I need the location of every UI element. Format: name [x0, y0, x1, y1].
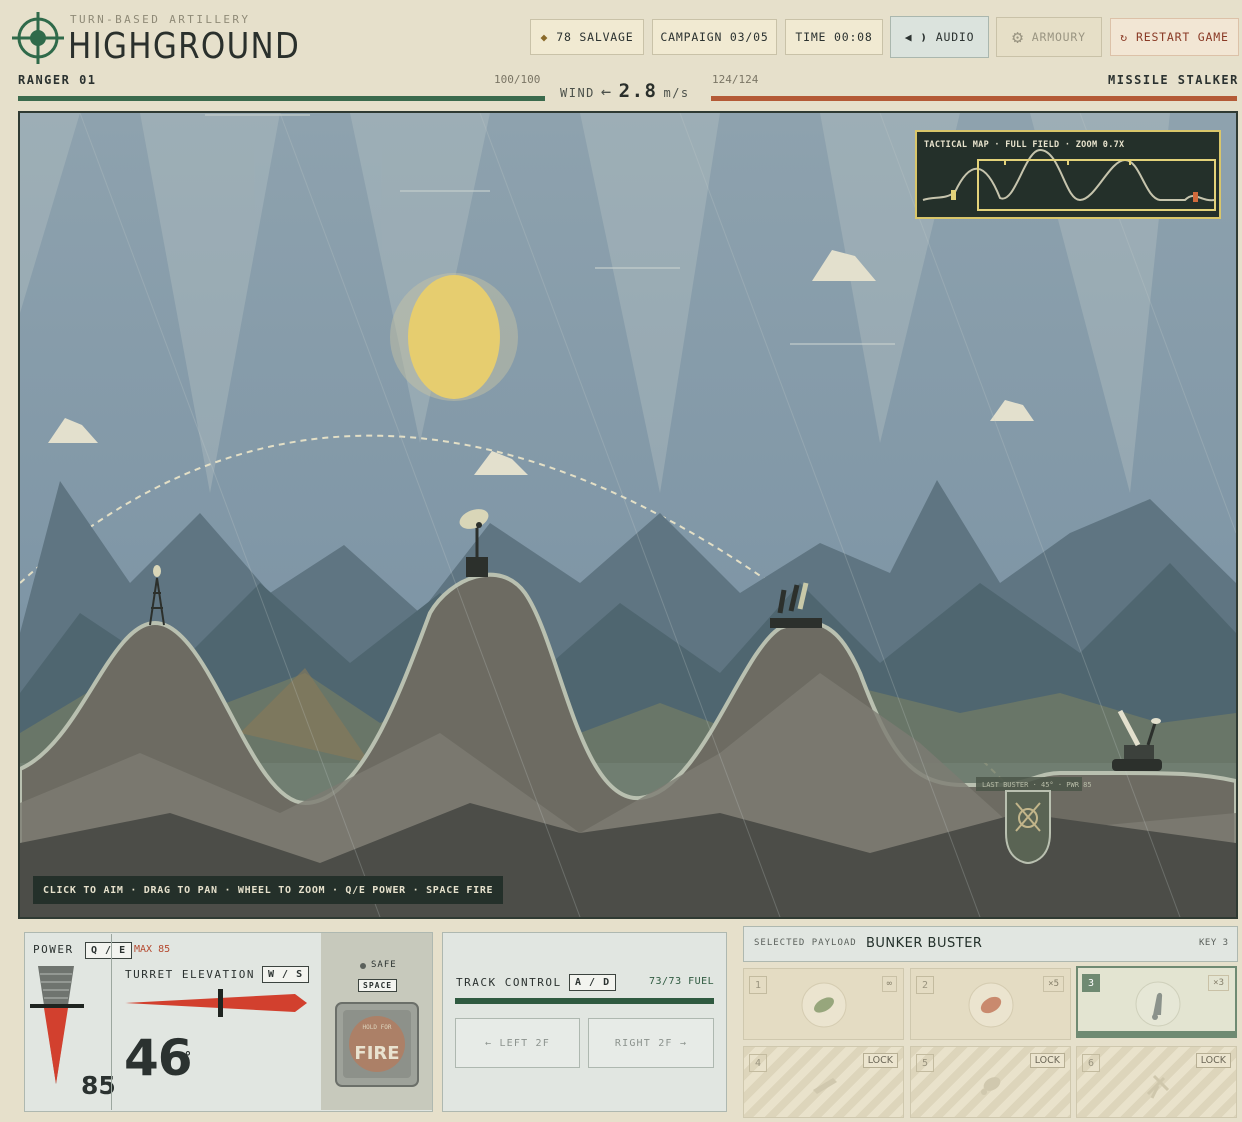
- payload-slot-3[interactable]: 3 ×3: [1076, 966, 1237, 1038]
- lock-badge: LOCK: [1195, 1053, 1231, 1068]
- crosshair-logo-icon: [12, 12, 64, 64]
- slot-count: ×3: [1208, 975, 1229, 991]
- salvage-icon: ◆: [540, 30, 549, 44]
- target-readout: LAST BUSTER · 45° · PWR 85: [982, 781, 1092, 789]
- fuel-readout: 73/73 FUEL: [649, 976, 715, 987]
- fuel-bar: [455, 998, 714, 1004]
- safe-label: SAFE: [371, 960, 397, 970]
- game-title: HIGHGROUND: [68, 26, 301, 67]
- minimap-label: TACTICAL MAP · FULL FIELD · ZOOM 0.7X: [924, 140, 1125, 150]
- power-gauge[interactable]: [30, 964, 84, 1086]
- restart-icon: ↻: [1120, 30, 1129, 44]
- fire-button-sub: HOLD FOR: [363, 1024, 392, 1031]
- enemy-name: MISSILE STALKER: [1108, 73, 1239, 87]
- speaker-icon: ◀︎ ❫: [904, 30, 928, 44]
- selected-indicator: [1078, 1031, 1235, 1036]
- shell-icon: [801, 982, 847, 1028]
- payload-slot-1[interactable]: 1 ∞: [743, 968, 904, 1040]
- selected-payload-name: BUNKER BUSTER: [866, 936, 983, 951]
- power-max: MAX 85: [134, 944, 171, 955]
- slot-number: 3: [1082, 974, 1100, 992]
- slot-number: 4: [749, 1054, 767, 1072]
- move-left-button[interactable]: ← LEFT 2F: [455, 1018, 580, 1068]
- heavy-shell-icon: [968, 982, 1014, 1028]
- battlefield-canvas[interactable]: LAST BUSTER · 45° · PWR 85: [18, 111, 1238, 919]
- lock-badge: LOCK: [862, 1053, 898, 1068]
- player-name: RANGER 01: [18, 73, 97, 87]
- bunker-buster-icon: [1135, 981, 1181, 1027]
- payload-slot-6[interactable]: 6 LOCK: [1076, 1046, 1237, 1118]
- elevation-key-hint: W / S: [262, 966, 310, 983]
- slot-number: 2: [916, 976, 934, 994]
- time-display: TIME 00:08: [785, 19, 883, 55]
- slot-count: ×5: [1043, 976, 1064, 992]
- panel-divider: [111, 934, 112, 1110]
- selected-payload-label: SELECTED PAYLOAD: [754, 938, 857, 948]
- payload-slot-5[interactable]: 5 LOCK: [910, 1046, 1071, 1118]
- fire-button[interactable]: HOLD FOR FIRE: [335, 1002, 419, 1087]
- fire-key-hint: SPACE: [358, 979, 398, 992]
- move-right-button[interactable]: RIGHT 2F →: [588, 1018, 714, 1068]
- restart-game-button[interactable]: ↻ RESTART GAME: [1110, 18, 1239, 56]
- track-key-hint: A / D: [569, 974, 617, 991]
- gear-icon: ⚙: [1012, 26, 1024, 48]
- wind-arrow-icon: ←: [600, 82, 613, 102]
- armoury-button[interactable]: ⚙ ARMOURY: [996, 17, 1102, 57]
- wind-label: WIND: [560, 86, 595, 100]
- elevation-value: 46: [124, 1029, 193, 1087]
- wind-value: 2.8: [618, 80, 658, 102]
- payload-slot-4[interactable]: 4 LOCK: [743, 1046, 904, 1118]
- wind-unit: m/s: [663, 86, 690, 100]
- elevation-label: TURRET ELEVATION: [125, 968, 255, 981]
- payload-slot-2[interactable]: 2 ×5: [910, 968, 1071, 1040]
- player-health-bar: [18, 96, 545, 101]
- enemy-health-bar: [711, 96, 1237, 101]
- audio-button[interactable]: ◀︎ ❫ AUDIO: [890, 16, 989, 58]
- player-hp: 100/100: [494, 73, 541, 86]
- power-key-hint: Q / E: [85, 942, 133, 959]
- slot-count: ∞: [881, 976, 897, 992]
- safe-indicator-icon: [360, 963, 366, 969]
- slot-number: 5: [916, 1054, 934, 1072]
- enemy-hp: 124/124: [712, 73, 759, 86]
- game-subtitle: TURN-BASED ARTILLERY: [70, 13, 251, 26]
- slot-number: 6: [1082, 1054, 1100, 1072]
- slot-number: 1: [749, 976, 767, 994]
- fire-button-label: FIRE: [354, 1043, 399, 1064]
- power-label: POWER: [33, 943, 74, 956]
- salvage-button[interactable]: ◆ 78 SALVAGE: [530, 19, 644, 55]
- locked-cluster-icon: [981, 1077, 1001, 1095]
- selected-payload-key: KEY 3: [1199, 938, 1229, 948]
- lock-badge: LOCK: [1029, 1053, 1065, 1068]
- controls-hint: CLICK TO AIM · DRAG TO PAN · WHEEL TO ZO…: [33, 876, 504, 904]
- elevation-unit: °: [184, 1050, 192, 1065]
- track-label: TRACK CONTROL: [456, 976, 562, 989]
- wind-indicator: WIND ← 2.8 m/s: [560, 80, 690, 102]
- campaign-button[interactable]: CAMPAIGN 03/05: [652, 19, 777, 55]
- elevation-slider[interactable]: [125, 989, 309, 1019]
- locked-drone-icon: [1146, 1074, 1170, 1099]
- locked-missile-icon: [813, 1078, 837, 1094]
